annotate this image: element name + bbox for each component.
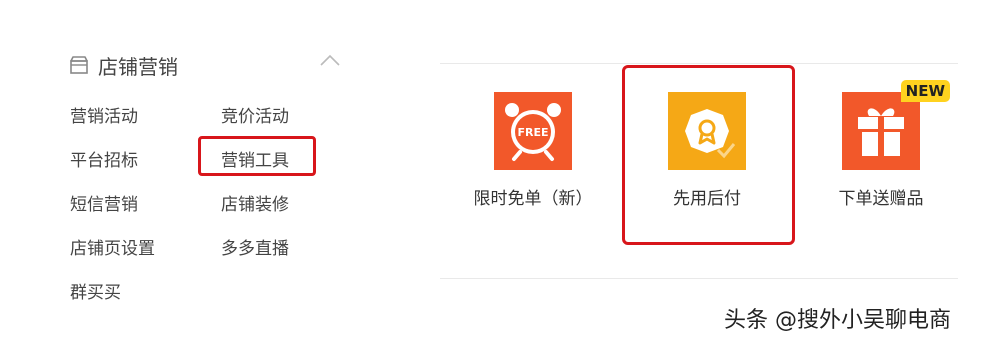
new-badge: NEW [900,80,950,102]
sidebar-item-store-page-settings[interactable]: 店铺页设置 [70,234,155,259]
free-clock-icon: FREE [494,92,572,170]
top-divider [440,63,958,64]
tool-free-order[interactable]: FREE 限时免单（新） [453,92,613,209]
chevron-up-icon[interactable] [318,52,342,68]
sidebar-item-bidding-activity[interactable]: 竞价活动 [221,102,289,127]
free-icon-text: FREE [517,126,548,139]
sidebar-item-platform-bidding[interactable]: 平台招标 [70,146,138,171]
bottom-divider [440,278,958,279]
highlight-box-pay-later [622,65,795,245]
sidebar-item-group-buy[interactable]: 群买买 [70,278,121,303]
sidebar-item-marketing-activity[interactable]: 营销活动 [70,102,138,127]
sidebar-item-sms-marketing[interactable]: 短信营销 [70,190,138,215]
sidebar-item-store-decoration[interactable]: 店铺装修 [221,190,289,215]
sidebar-item-live-stream[interactable]: 多多直播 [221,234,289,259]
section-header[interactable]: 店铺营销 [68,50,178,80]
watermark: 头条 @搜外小吴聊电商 [724,308,951,333]
tool-label-gift-with-order: 下单送赠品 [838,189,924,209]
store-icon [68,54,90,76]
sidebar: 店铺营销 营销活动 竞价活动 平台招标 营销工具 短信营销 店铺装修 店铺页设置… [0,0,360,340]
tool-gift-with-order[interactable]: NEW 下单送赠品 [801,80,961,209]
gift-icon: NEW [842,80,950,170]
section-title: 店铺营销 [98,54,178,79]
tool-label-free-order: 限时免单（新） [473,189,593,209]
highlight-box-marketing-tools [198,136,316,176]
